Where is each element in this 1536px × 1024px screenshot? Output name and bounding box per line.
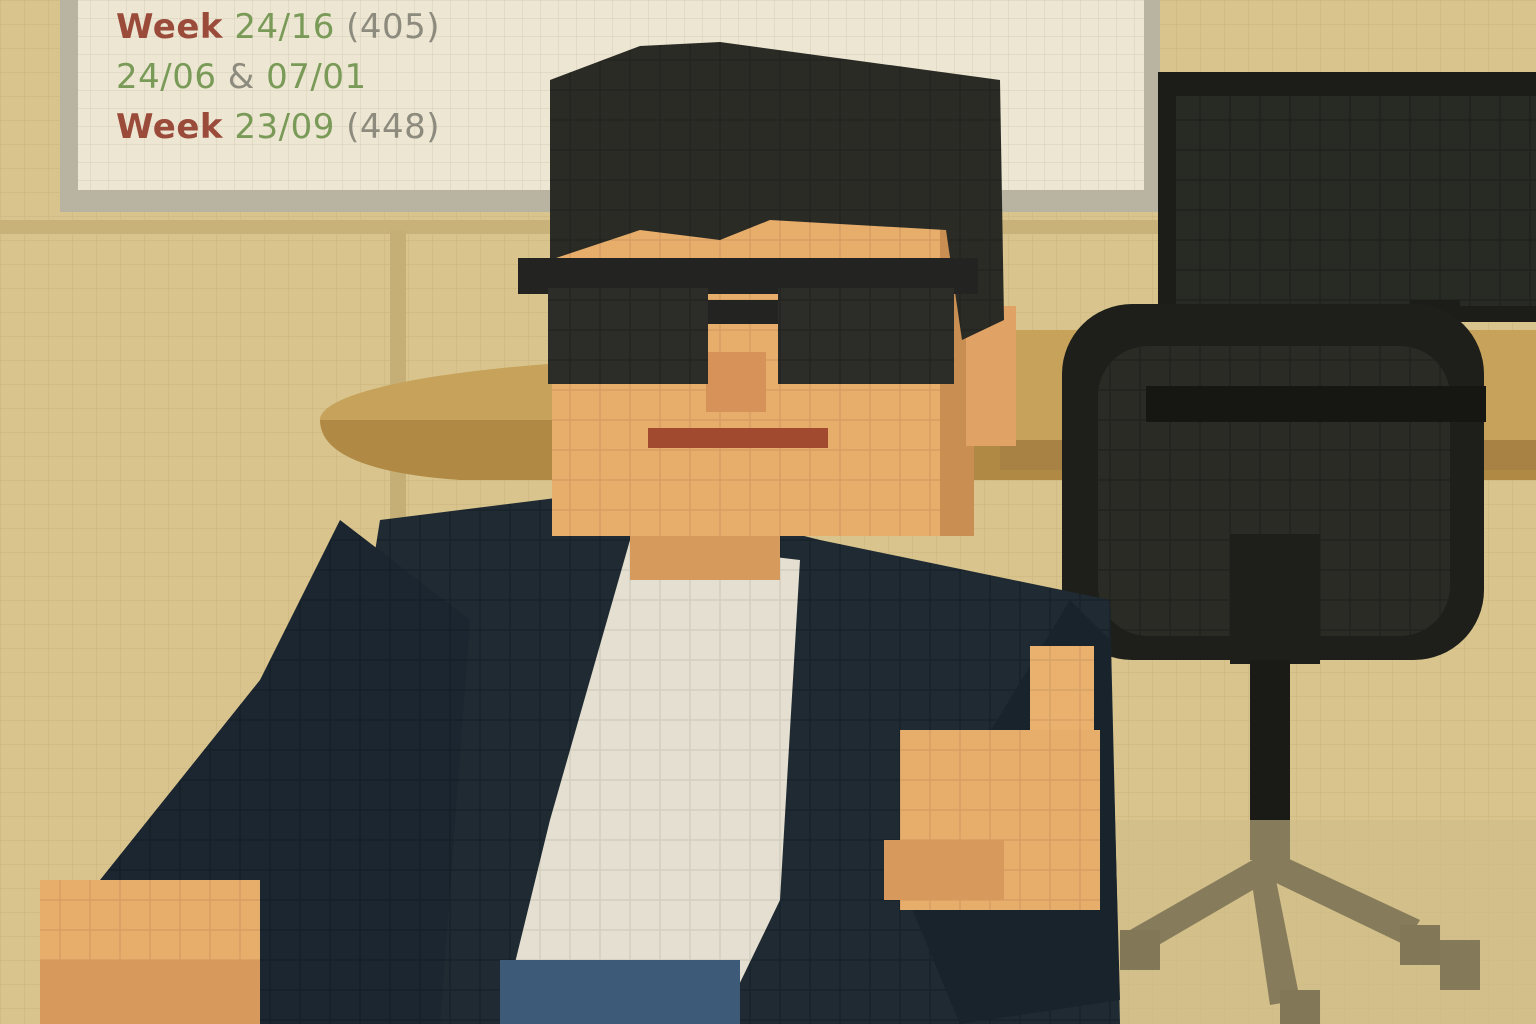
whiteboard-count: (405) <box>346 7 441 47</box>
game-scene: Week 24/16 (405) 24/06 & 07/01 Week 23/0… <box>0 0 1536 1024</box>
whiteboard-date: 24/06 <box>116 57 217 97</box>
scene-canvas <box>0 0 1536 1024</box>
whiteboard-line-1: Week 24/16 (405) <box>116 2 440 52</box>
computer-monitor <box>1158 72 1536 340</box>
character-left-fist <box>40 880 260 1024</box>
whiteboard-date: 23/09 <box>234 107 335 147</box>
whiteboard-ampersand: & <box>227 57 255 97</box>
whiteboard-notes: Week 24/16 (405) 24/06 & 07/01 Week 23/0… <box>116 2 440 152</box>
character-mouth <box>648 428 828 448</box>
whiteboard-line-2: 24/06 & 07/01 <box>116 52 440 102</box>
character-nose <box>706 352 766 412</box>
whiteboard-word: Week <box>116 107 224 147</box>
whiteboard-date: 24/16 <box>234 7 335 47</box>
whiteboard-word: Week <box>116 7 224 47</box>
whiteboard-line-3: Week 23/09 (448) <box>116 102 440 152</box>
whiteboard-date: 07/01 <box>266 57 367 97</box>
whiteboard-count: (448) <box>346 107 441 147</box>
floor <box>1100 820 1536 1024</box>
